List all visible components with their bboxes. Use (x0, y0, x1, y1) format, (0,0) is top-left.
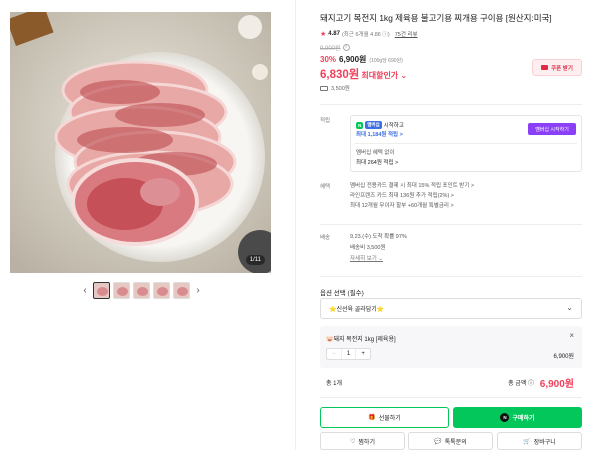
pork-plate-illustration (10, 12, 271, 273)
plus-button[interactable]: + (355, 349, 370, 359)
gift-icon: 🎁 (368, 415, 376, 421)
thumbnail-strip: ‹ › (80, 280, 203, 300)
total-amount: 6,900원 (539, 379, 574, 390)
thumbnail[interactable] (93, 281, 110, 299)
thumbnail[interactable] (133, 281, 150, 299)
talk-label: 톡톡문의 (444, 439, 467, 446)
total-row: 총 1개 총 금액 ⓘ 6,900원 (320, 376, 582, 390)
total-label: 총 금액 ⓘ (508, 381, 534, 387)
thumbnail[interactable] (113, 281, 130, 299)
product-main-image[interactable]: 1/11 (10, 12, 271, 273)
gift-label: 선물하기 (378, 416, 401, 422)
column-divider (295, 0, 296, 450)
quantity-stepper[interactable]: − 1 + (326, 348, 371, 360)
thumbnail[interactable] (153, 281, 170, 299)
gift-button[interactable]: 🎁 선물하기 (320, 407, 449, 428)
option-selected-value: ⭐신선육 골라담기⭐ (329, 307, 385, 313)
chevron-right-icon[interactable]: › (193, 285, 203, 296)
talk-button[interactable]: 💬 톡톡문의 (408, 432, 493, 450)
heart-icon: ♡ (350, 438, 356, 445)
thumbnail[interactable] (173, 281, 190, 299)
total-count: 총 1개 (326, 381, 343, 387)
purchase-panel: 옵션 선택 (필수) ⭐신선육 골라담기⭐ ⌄ 🐷돼지 목전지 1kg [제육용… (320, 0, 582, 450)
wish-button[interactable]: ♡ 찜하기 (320, 432, 405, 450)
chat-icon: 💬 (434, 438, 442, 445)
wish-label: 찜하기 (358, 439, 375, 446)
cart-icon: 🛒 (523, 438, 531, 445)
cart-label: 장바구니 (533, 439, 556, 446)
close-icon[interactable]: × (569, 331, 574, 340)
option-label: 옵션 선택 (필수) (320, 290, 364, 297)
option-select[interactable]: ⭐신선육 골라담기⭐ ⌄ (320, 298, 582, 319)
image-counter: 1/11 (245, 255, 265, 265)
cart-button[interactable]: 🛒 장바구니 (497, 432, 582, 450)
selected-item-name: 🐷돼지 목전지 1kg [제육용] (326, 337, 396, 343)
divider (320, 397, 582, 398)
quantity-value[interactable]: 1 (342, 349, 356, 359)
buy-button[interactable]: N 구매하기 (453, 407, 582, 428)
item-price: 6,900원 (553, 354, 574, 360)
minus-button[interactable]: − (327, 349, 342, 359)
naver-pay-icon: N (500, 413, 510, 422)
buy-label: 구매하기 (512, 416, 535, 422)
selected-option-box: 🐷돼지 목전지 1kg [제육용] × − 1 + 6,900원 (320, 326, 582, 368)
chevron-left-icon[interactable]: ‹ (80, 285, 90, 296)
chevron-down-icon: ⌄ (566, 303, 573, 312)
